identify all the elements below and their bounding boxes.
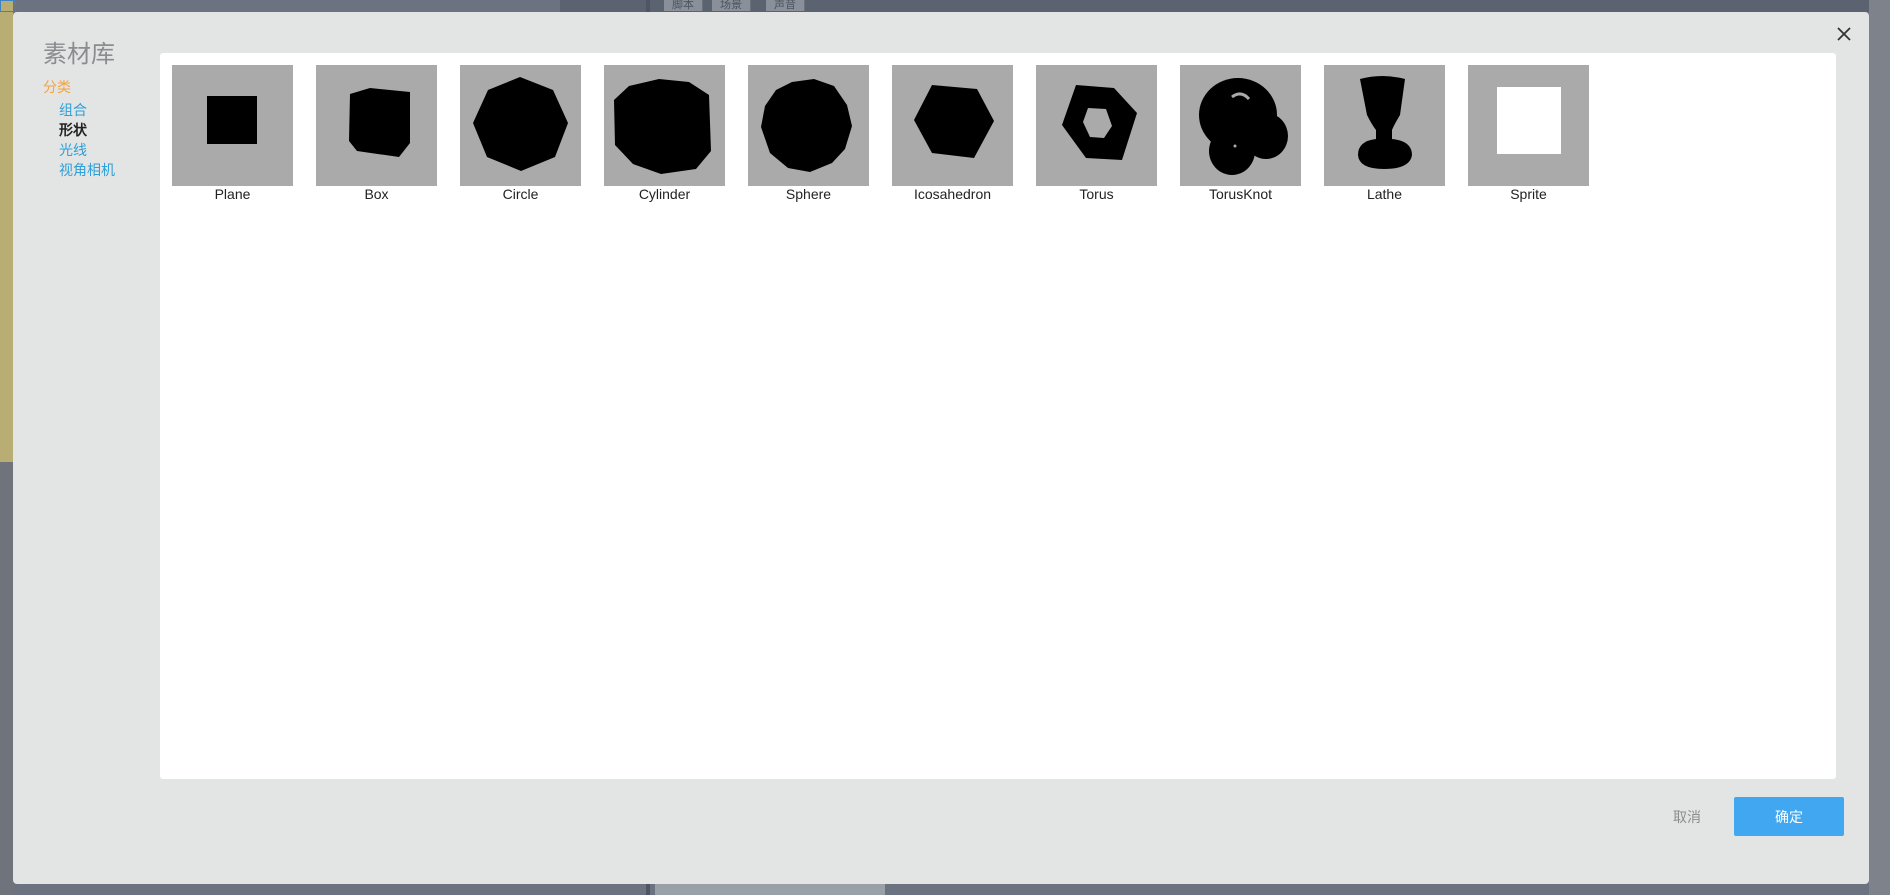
background-fullscreen-icon <box>0 0 16 12</box>
background-bottom-tabs <box>655 884 885 895</box>
category-item-camera[interactable]: 视角相机 <box>59 160 115 180</box>
category-item-light[interactable]: 光线 <box>59 140 115 160</box>
asset-label: Plane <box>214 186 251 202</box>
torusknot-shape-icon <box>1180 65 1301 186</box>
background-stage-lower <box>0 462 13 895</box>
confirm-button[interactable]: 确定 <box>1734 797 1844 836</box>
circle-shape-icon <box>460 65 581 186</box>
asset-label: Torus <box>1079 186 1114 202</box>
background-tab-bar: 脚本 场景 声音 <box>560 0 1890 12</box>
background-tab-script: 脚本 <box>664 0 703 11</box>
asset-label: Sprite <box>1510 186 1547 202</box>
box-shape-icon <box>316 65 437 186</box>
asset-item-cylinder[interactable]: Cylinder <box>604 65 725 205</box>
asset-label: Sphere <box>785 186 832 202</box>
asset-item-sprite[interactable]: Sprite <box>1468 65 1589 205</box>
plane-shape-icon <box>172 65 293 186</box>
asset-label: Circle <box>502 186 539 202</box>
asset-label: Cylinder <box>638 186 691 202</box>
asset-grid-panel: Plane Box Circle Cylinder Sphere Icosahe… <box>160 53 1836 779</box>
asset-item-icosahedron[interactable]: Icosahedron <box>892 65 1013 205</box>
asset-label: TorusKnot <box>1208 186 1273 202</box>
close-button[interactable] <box>1829 19 1859 49</box>
asset-item-plane[interactable]: Plane <box>172 65 293 205</box>
asset-item-torusknot[interactable]: TorusKnot <box>1180 65 1301 205</box>
asset-label: Lathe <box>1366 186 1403 202</box>
cancel-button[interactable]: 取消 <box>1657 797 1717 835</box>
category-item-shape[interactable]: 形状 <box>59 120 115 140</box>
close-icon <box>1837 27 1851 41</box>
category-header: 分类 <box>43 79 71 95</box>
asset-item-torus[interactable]: Torus <box>1036 65 1157 205</box>
category-list: 组合 形状 光线 视角相机 <box>59 100 115 180</box>
cylinder-shape-icon <box>604 65 725 186</box>
asset-item-sphere[interactable]: Sphere <box>748 65 869 205</box>
lathe-shape-icon <box>1324 65 1445 186</box>
sphere-shape-icon <box>748 65 869 186</box>
sprite-shape-icon <box>1468 65 1589 186</box>
background-tab-scene: 场景 <box>712 0 751 11</box>
background-tab-sound: 声音 <box>766 0 805 11</box>
background-right-panel <box>1869 0 1890 895</box>
asset-item-box[interactable]: Box <box>316 65 437 205</box>
icosahedron-shape-icon <box>892 65 1013 186</box>
torus-shape-icon <box>1036 65 1157 186</box>
dialog-title: 素材库 <box>43 41 115 68</box>
asset-library-dialog: 素材库 分类 组合 形状 光线 视角相机 Plane Box Circle Cy… <box>13 12 1869 884</box>
asset-label: Box <box>364 186 389 202</box>
asset-item-lathe[interactable]: Lathe <box>1324 65 1445 205</box>
category-item-combination[interactable]: 组合 <box>59 100 115 120</box>
background-stage-strip <box>0 0 13 895</box>
asset-item-circle[interactable]: Circle <box>460 65 581 205</box>
asset-label: Icosahedron <box>913 186 992 202</box>
